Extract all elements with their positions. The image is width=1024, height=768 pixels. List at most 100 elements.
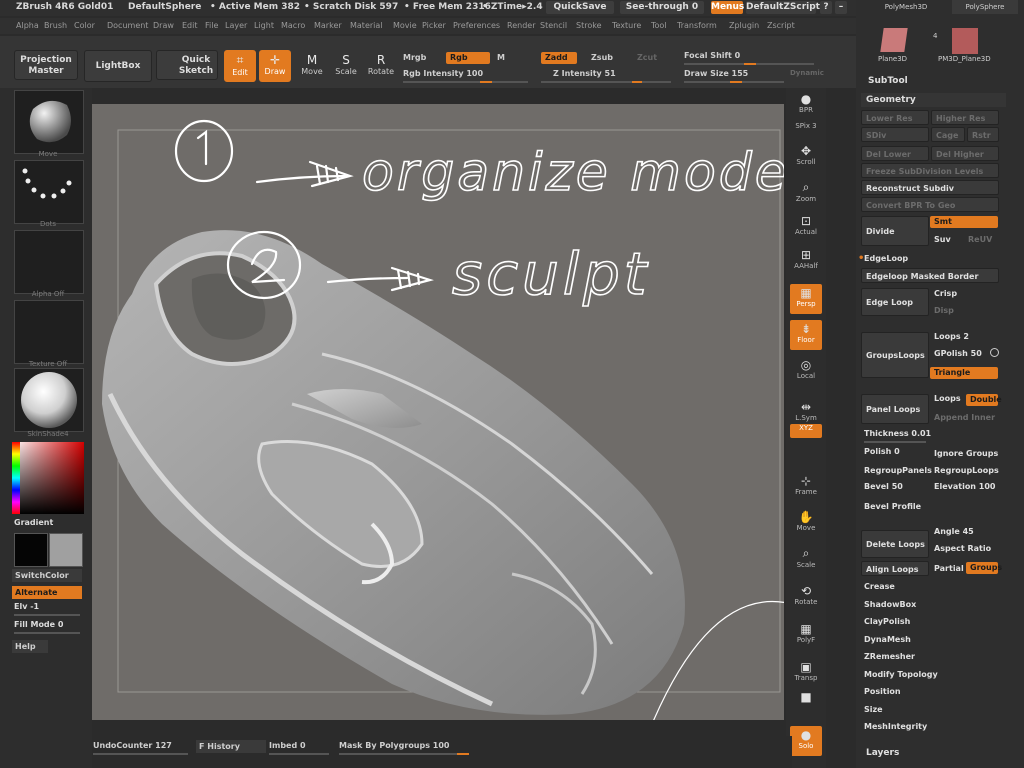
actual-button[interactable]: ⊡ Actual <box>790 212 822 242</box>
freeze-subdivision-button[interactable]: Freeze SubDivision Levels <box>861 163 999 178</box>
zremesher-header[interactable]: ZRemesher <box>864 652 915 661</box>
z-intensity-knob[interactable] <box>632 81 642 83</box>
scroll-button[interactable]: ✥ Scroll <box>790 142 822 172</box>
persp-button[interactable]: ▦ Persp <box>790 284 822 314</box>
gpolish-radio-icon[interactable] <box>990 348 999 357</box>
divide-button[interactable]: Divide <box>861 216 929 246</box>
edge-loop-button[interactable]: Edge Loop <box>861 288 929 316</box>
history-button[interactable]: F History <box>196 740 266 753</box>
draw-size-knob[interactable] <box>730 81 742 83</box>
zoom-button[interactable]: ⌕ Zoom <box>790 178 822 208</box>
brush-thumbnail[interactable] <box>14 90 84 154</box>
cage-button[interactable]: Cage <box>931 127 965 142</box>
edgeloop-header[interactable]: EdgeLoop <box>864 254 908 263</box>
gradient-label[interactable]: Gradient <box>14 518 53 527</box>
local-button[interactable]: ◎ Local <box>790 356 822 386</box>
loops-slider[interactable]: Loops <box>934 394 961 403</box>
elv-track[interactable] <box>14 614 80 616</box>
menu-draw[interactable]: Draw <box>153 21 174 30</box>
mask-track[interactable] <box>339 753 469 755</box>
main-color-swatch[interactable] <box>14 533 48 567</box>
zcut-button[interactable]: Zcut <box>637 53 657 62</box>
crisp-toggle[interactable]: Crisp <box>934 289 957 298</box>
hue-strip[interactable] <box>12 442 20 514</box>
shadowbox-header[interactable]: ShadowBox <box>864 600 916 609</box>
menu-stencil[interactable]: Stencil <box>540 21 567 30</box>
menu-layer[interactable]: Layer <box>225 21 247 30</box>
model-viewport[interactable]: organize model sculpt <box>92 104 784 720</box>
reuv-button[interactable]: ReUV <box>968 235 992 244</box>
menu-material[interactable]: Material <box>350 21 383 30</box>
minimize-icon[interactable]: – <box>835 1 847 14</box>
rgb-intensity-track[interactable] <box>403 81 528 83</box>
quicksave-button[interactable]: QuickSave <box>546 1 614 14</box>
lower-res-button[interactable]: Lower Res <box>861 110 929 125</box>
imbed-track[interactable] <box>269 753 329 755</box>
append-inner-toggle[interactable]: Append Inner <box>934 413 995 422</box>
elevation-slider[interactable]: Elevation 100 <box>934 482 996 491</box>
pm3d-plane-icon[interactable] <box>952 28 978 54</box>
aspect-ratio-slider[interactable]: Aspect Ratio <box>934 544 991 553</box>
menu-edit[interactable]: Edit <box>182 21 198 30</box>
alternate-button[interactable]: Alternate <box>12 586 82 599</box>
texture-thumbnail[interactable] <box>14 300 84 364</box>
secondary-color-swatch[interactable] <box>49 533 83 567</box>
smt-toggle[interactable]: Smt <box>930 216 998 228</box>
fill-mode-track[interactable] <box>14 632 80 634</box>
subtool-header[interactable]: SubTool <box>868 76 908 86</box>
regroup-loops-toggle[interactable]: RegroupLoops <box>934 466 999 475</box>
bevel-profile-button[interactable]: Bevel Profile <box>864 502 921 511</box>
edgeloop-masked-border-button[interactable]: Edgeloop Masked Border <box>861 268 999 283</box>
del-lower-button[interactable]: Del Lower <box>861 146 929 161</box>
align-loops-button[interactable]: Align Loops <box>861 561 929 576</box>
help-button[interactable]: Help <box>12 640 48 653</box>
geometry-header[interactable]: Geometry <box>861 93 1006 107</box>
draw-size-slider[interactable]: Draw Size 155 <box>684 69 748 78</box>
mask-knob[interactable] <box>457 753 469 755</box>
scale-button[interactable]: ⌕ Scale <box>790 544 822 574</box>
ignore-groups-toggle[interactable]: Ignore Groups <box>934 449 998 458</box>
draw-button[interactable]: ✛ Draw <box>259 50 291 82</box>
bevel-slider[interactable]: Bevel 50 <box>864 482 903 491</box>
sdiv-slider[interactable]: SDiv <box>861 127 929 142</box>
disp-slider[interactable]: Disp <box>934 306 954 315</box>
gpolish-slider[interactable]: GPolish 50 <box>934 349 982 358</box>
focal-shift-slider[interactable]: Focal Shift 0 <box>684 51 740 60</box>
xyz-button[interactable]: XYZ <box>790 424 822 438</box>
menu-zscript[interactable]: Zscript <box>767 21 795 30</box>
menu-zplugin[interactable]: Zplugin <box>729 21 759 30</box>
menu-macro[interactable]: Macro <box>281 21 305 30</box>
fill-mode-slider[interactable]: Fill Mode 0 <box>14 620 63 629</box>
dynamesh-header[interactable]: DynaMesh <box>864 635 911 644</box>
scale-button[interactable]: S Scale <box>330 50 362 82</box>
regroup-panels-toggle[interactable]: RegroupPanels <box>864 466 932 475</box>
see-through-slider[interactable]: See-through 0 <box>620 1 704 14</box>
menu-transform[interactable]: Transform <box>677 21 717 30</box>
mask-by-polygroups-slider[interactable]: Mask By Polygroups 100 <box>339 741 449 750</box>
focal-shift-knob[interactable] <box>744 63 756 65</box>
position-header[interactable]: Position <box>864 687 901 696</box>
partial-toggle[interactable]: Partial <box>934 564 964 573</box>
reconstruct-subdiv-button[interactable]: Reconstruct Subdiv <box>861 180 999 195</box>
menu-file[interactable]: File <box>205 21 218 30</box>
menu-picker[interactable]: Picker <box>422 21 446 30</box>
groups-toggle[interactable]: Groups <box>966 562 1002 574</box>
document-canvas[interactable]: organize model sculpt <box>92 104 784 720</box>
panel-loops-button[interactable]: Panel Loops <box>861 394 929 424</box>
menu-preferences[interactable]: Preferences <box>453 21 500 30</box>
solo-button[interactable]: ● Solo <box>790 726 822 756</box>
plane3d-icon[interactable] <box>880 28 908 52</box>
polyf-button[interactable]: ▦ PolyF <box>790 620 822 650</box>
material-thumbnail[interactable] <box>14 368 84 432</box>
claypolish-header[interactable]: ClayPolish <box>864 617 910 626</box>
ghost-button[interactable]: ■ <box>790 688 822 718</box>
thickness-track[interactable] <box>864 441 926 443</box>
transp-button[interactable]: ▣ Transp <box>790 658 822 688</box>
aahalf-button[interactable]: ⊞ AAHalf <box>790 246 822 276</box>
floor-button[interactable]: ⇟ Floor <box>790 320 822 350</box>
delete-loops-button[interactable]: Delete Loops <box>861 530 929 558</box>
layers-header[interactable]: Layers <box>866 748 899 758</box>
mrgb-button[interactable]: Mrgb <box>403 53 426 62</box>
angle-slider[interactable]: Angle 45 <box>934 527 974 536</box>
projection-master-button[interactable]: Projection Master <box>14 50 78 80</box>
